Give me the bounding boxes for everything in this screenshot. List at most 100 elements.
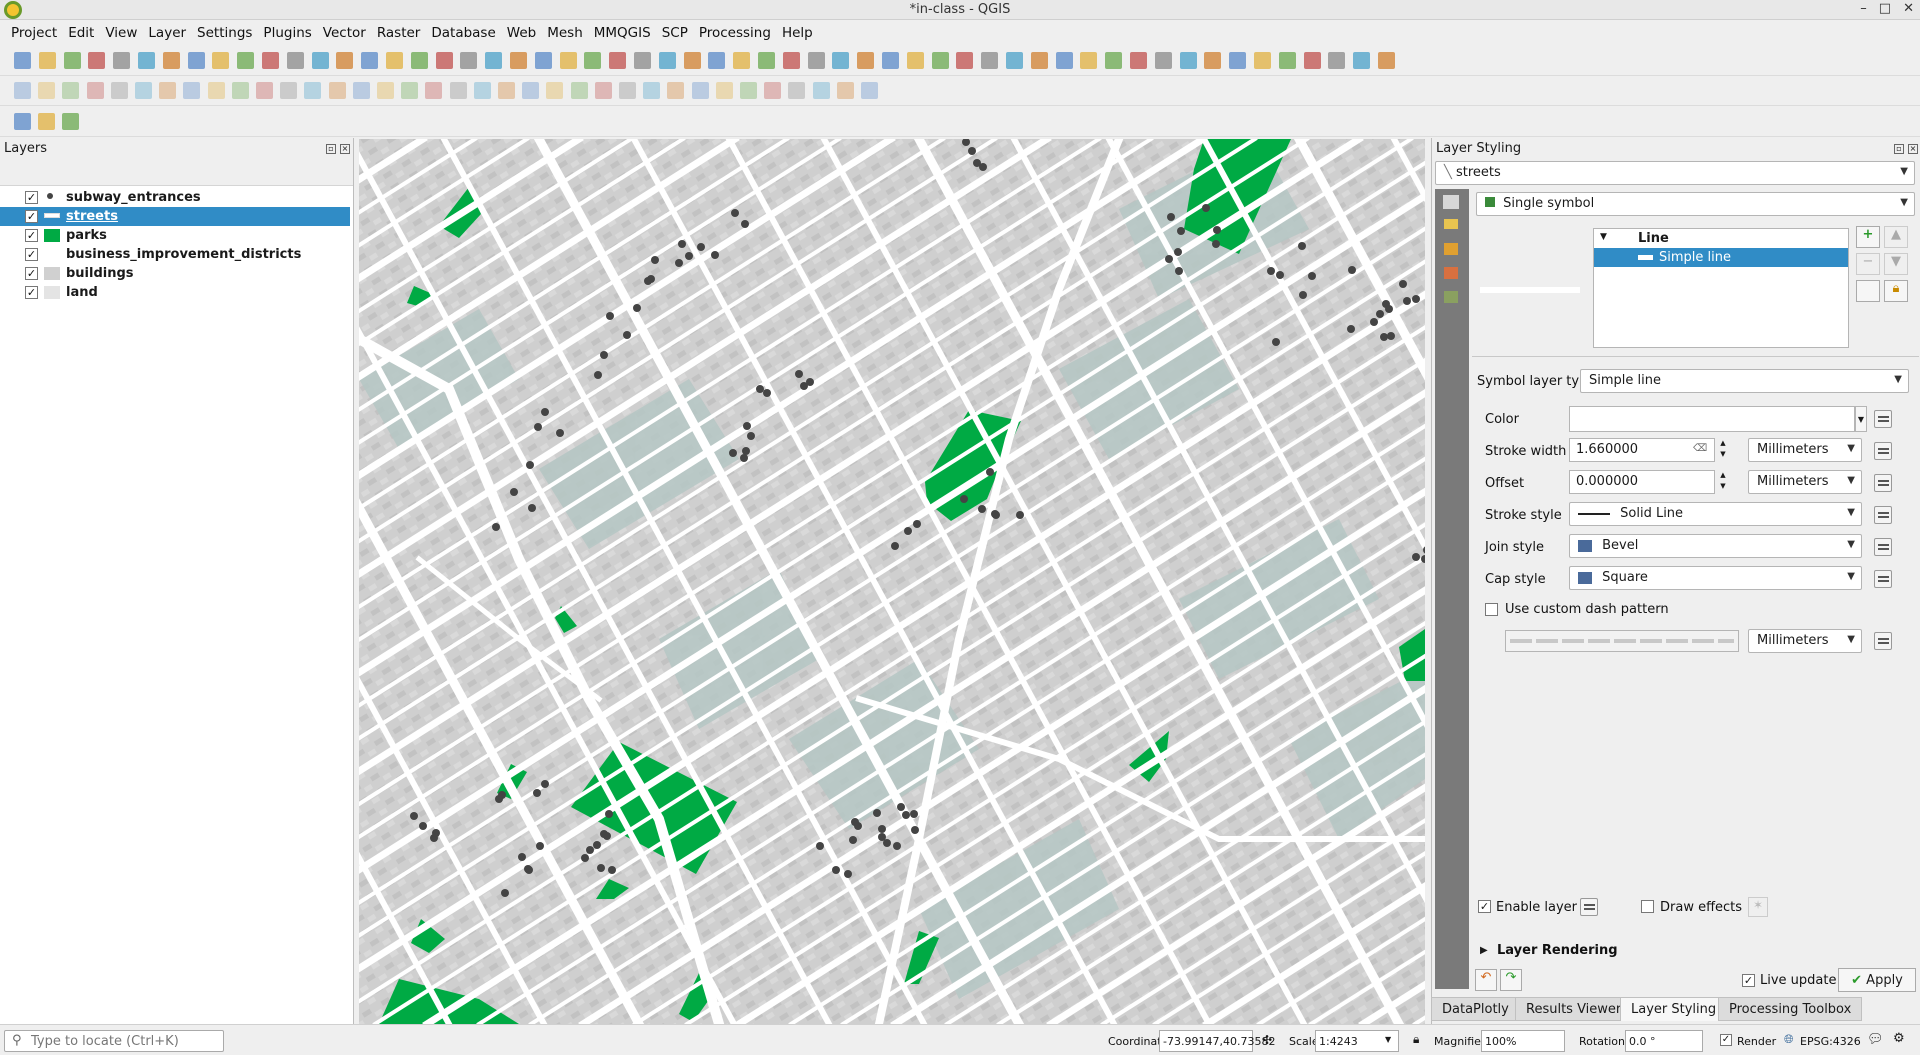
- zoom-in-icon[interactable]: [212, 52, 230, 69]
- text-annotation-icon[interactable]: [683, 52, 701, 69]
- zoom-to-layer-icon[interactable]: [1055, 52, 1073, 69]
- menu-processing[interactable]: Processing: [694, 22, 777, 44]
- move-down-button[interactable]: ▼: [1884, 253, 1908, 275]
- custom-dash-checkbox[interactable]: [1485, 603, 1498, 616]
- cut-icon[interactable]: [449, 82, 467, 99]
- data-defined-override-icon[interactable]: [1874, 570, 1892, 588]
- history-tab-icon[interactable]: [1444, 291, 1458, 303]
- tab-layer-styling[interactable]: Layer Styling: [1620, 997, 1728, 1021]
- layer-rendering-label[interactable]: Layer Rendering: [1497, 943, 1618, 958]
- delete-icon[interactable]: [715, 82, 733, 99]
- menu-plugins[interactable]: Plugins: [258, 22, 317, 44]
- statistics-icon[interactable]: [609, 52, 627, 69]
- tree-item-simple-line[interactable]: Simple line: [1594, 248, 1848, 267]
- coordinate-field[interactable]: -73.99147,40.73582: [1159, 1030, 1275, 1052]
- zoom-to-selection-icon[interactable]: [1030, 52, 1048, 69]
- zoom-native-icon[interactable]: [336, 52, 354, 69]
- zoom-out-icon[interactable]: [237, 52, 255, 69]
- data-defined-override-icon[interactable]: [1874, 632, 1892, 650]
- annotation-icon[interactable]: [658, 52, 676, 69]
- expand-arrow-icon[interactable]: ▶: [1480, 945, 1488, 956]
- menu-project[interactable]: Project: [6, 22, 63, 44]
- current-edits-icon[interactable]: [594, 82, 612, 99]
- map-render[interactable]: [359, 139, 1425, 1024]
- menu-raster[interactable]: Raster: [372, 22, 427, 44]
- layer-item-buildings[interactable]: ✓ buildings: [0, 264, 350, 283]
- cut-icon[interactable]: [740, 82, 757, 99]
- data-defined-override-icon[interactable]: [1874, 538, 1892, 556]
- pan-to-selection-icon[interactable]: [187, 52, 205, 69]
- digitize-icon[interactable]: [280, 82, 298, 99]
- float-panel-icon[interactable]: ▫: [1894, 144, 1904, 154]
- toggle-editing-icon[interactable]: [38, 82, 56, 99]
- save-project-icon[interactable]: [807, 52, 825, 69]
- extents-toggle-icon[interactable]: ✣: [1262, 1033, 1272, 1047]
- color-button[interactable]: [1569, 406, 1855, 432]
- tab-dataplotly[interactable]: DataPlotly: [1431, 997, 1520, 1021]
- chevron-down-icon[interactable]: ▼: [1385, 1035, 1391, 1044]
- minimize-icon[interactable]: –: [1860, 1, 1867, 16]
- processing-icon[interactable]: [14, 113, 31, 130]
- add-feature-icon[interactable]: [667, 82, 685, 99]
- rotation-field[interactable]: 0.0 °: [1625, 1030, 1703, 1052]
- maximize-icon[interactable]: □: [1879, 1, 1891, 16]
- current-edits-icon[interactable]: [304, 82, 322, 99]
- layer-item-subway-entrances[interactable]: ✓ subway_entrances: [0, 188, 350, 207]
- stroke-style-combo[interactable]: Solid Line ▼: [1569, 502, 1862, 526]
- menu-edit[interactable]: Edit: [63, 22, 100, 44]
- zoom-to-selection-icon[interactable]: [286, 52, 304, 69]
- scp-tool-icon[interactable]: [62, 113, 79, 130]
- redo-icon[interactable]: [256, 82, 273, 99]
- digitize-icon[interactable]: [861, 82, 878, 99]
- vertex-tool-icon[interactable]: [110, 82, 128, 99]
- refresh-icon[interactable]: [1229, 52, 1247, 69]
- mask-tab-icon[interactable]: [1444, 267, 1458, 279]
- add-feature-icon[interactable]: [86, 82, 104, 99]
- new-project-icon[interactable]: [758, 52, 775, 69]
- data-defined-override-icon[interactable]: [1874, 474, 1892, 492]
- redo-icon[interactable]: [546, 82, 564, 99]
- zoom-full-icon[interactable]: [262, 52, 279, 69]
- pan-icon[interactable]: [162, 52, 180, 69]
- undo-icon[interactable]: [812, 82, 830, 99]
- symbol-layer-type-combo[interactable]: Simple line ▼: [1580, 369, 1909, 393]
- layer-visibility-checkbox[interactable]: ✓: [25, 191, 38, 204]
- data-defined-override-icon[interactable]: [1874, 442, 1892, 460]
- symbology-tab-icon[interactable]: [1443, 195, 1459, 209]
- measure-icon[interactable]: [634, 52, 651, 69]
- zoom-last-icon[interactable]: [1105, 52, 1123, 69]
- 3d-view-tab-icon[interactable]: [1444, 243, 1458, 255]
- cut-icon[interactable]: [159, 82, 177, 99]
- print-layout-icon[interactable]: [113, 52, 131, 69]
- copy-icon[interactable]: [183, 82, 201, 99]
- messages-icon[interactable]: 💬︎: [1867, 1032, 1884, 1047]
- zoom-to-layer-icon[interactable]: [311, 52, 329, 69]
- redo-icon[interactable]: [836, 82, 854, 99]
- identify-icon[interactable]: [510, 52, 527, 69]
- layer-item-business-improvement-districts[interactable]: ✓ business_improvement_districts: [0, 245, 350, 264]
- delete-icon[interactable]: [425, 82, 443, 99]
- zoom-last-icon[interactable]: [361, 52, 379, 69]
- print-layout-icon[interactable]: [857, 52, 875, 69]
- crs-label[interactable]: EPSG:4326: [1800, 1035, 1861, 1048]
- toggle-editing-icon[interactable]: [619, 82, 636, 99]
- dash-unit-combo[interactable]: Millimeters ▼: [1748, 629, 1862, 653]
- menu-vector[interactable]: Vector: [318, 22, 372, 44]
- undo-icon[interactable]: [522, 82, 540, 99]
- dash-pattern-button[interactable]: [1505, 630, 1739, 652]
- select-icon[interactable]: [1278, 52, 1296, 69]
- save-edits-icon[interactable]: [62, 82, 80, 99]
- statistics-icon[interactable]: [1353, 52, 1371, 69]
- python-icon[interactable]: [708, 52, 726, 69]
- zoom-in-icon[interactable]: [956, 52, 974, 69]
- menu-settings[interactable]: Settings: [192, 22, 258, 44]
- refresh-icon[interactable]: [485, 52, 503, 69]
- join-style-combo[interactable]: Bevel ▼: [1569, 534, 1862, 558]
- remove-symbol-layer-button[interactable]: −: [1856, 253, 1880, 275]
- close-panel-icon[interactable]: ×: [340, 144, 350, 154]
- zoom-full-icon[interactable]: [1006, 52, 1023, 69]
- clear-icon[interactable]: ⌫: [1693, 443, 1707, 454]
- paste-icon[interactable]: [788, 82, 806, 99]
- plugin-update-icon[interactable]: ⚙: [1893, 1031, 1905, 1046]
- menu-mmqgis[interactable]: MMQGIS: [589, 22, 657, 44]
